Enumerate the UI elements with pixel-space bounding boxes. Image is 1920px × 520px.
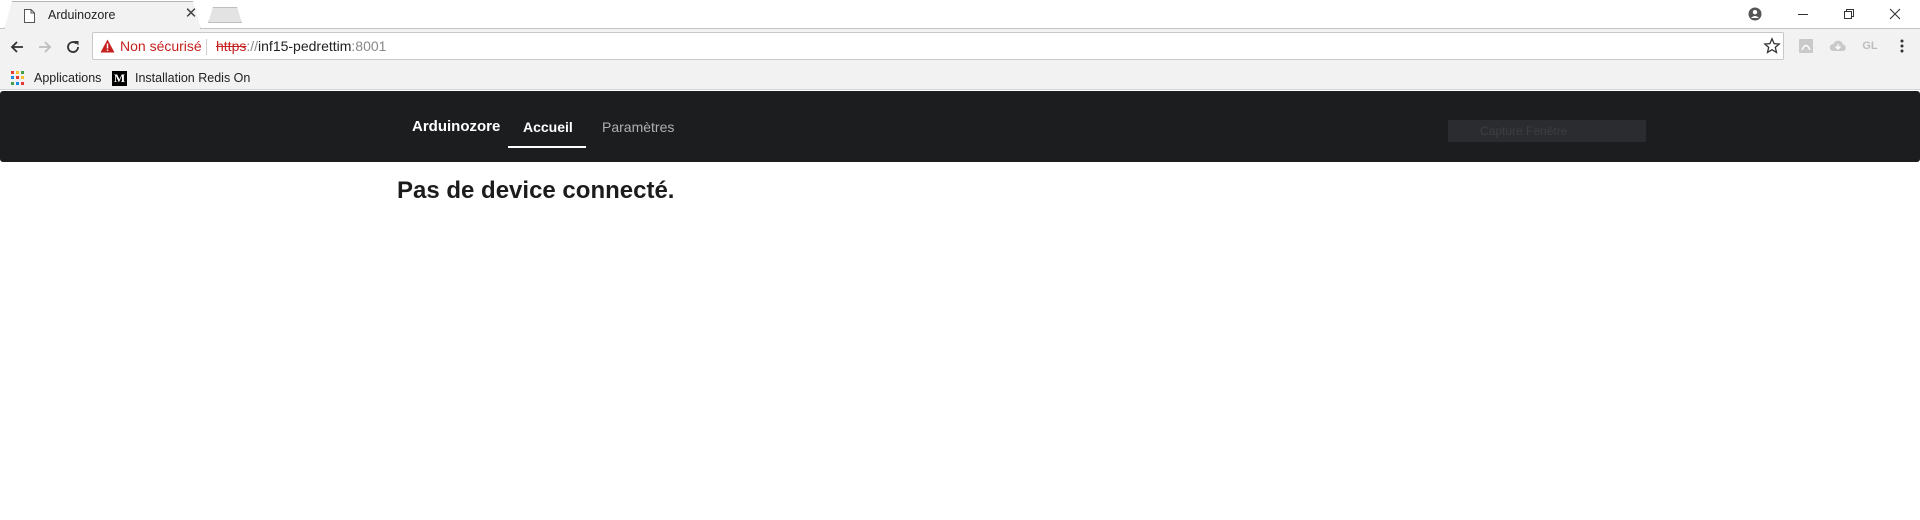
gl-extension-icon[interactable]: GL [1861, 37, 1879, 55]
adobe-icon[interactable] [1797, 37, 1815, 55]
close-window-icon[interactable] [1872, 0, 1918, 27]
bookmarks-bar: Applications M Installation Redis On [0, 67, 1920, 90]
security-status[interactable]: Non sécurisé [120, 38, 202, 54]
url-scheme: https [216, 38, 247, 54]
medium-logo-icon: M [112, 70, 127, 86]
active-tab-underline [508, 146, 586, 148]
tab-close-icon[interactable]: ✕ [184, 6, 198, 21]
cloud-icon[interactable] [1829, 37, 1847, 55]
site-navbar: Arduinozore Accueil Paramètres Capture F… [0, 91, 1920, 162]
bookmark-label: Applications [34, 71, 102, 85]
brand-link[interactable]: Arduinozore [412, 118, 500, 135]
back-icon[interactable] [5, 35, 29, 59]
new-tab-button[interactable] [208, 7, 242, 23]
url-text[interactable]: https://inf15-pedrettim:8001 [216, 38, 386, 54]
bookmark-redis[interactable]: M Installation Redis On [112, 69, 250, 87]
apps-grid-icon [11, 71, 25, 85]
url-host: inf15-pedrettim [258, 38, 352, 54]
bookmark-label: Installation Redis On [135, 71, 251, 85]
bookmark-applications[interactable]: Applications [11, 69, 101, 87]
menu-icon[interactable] [1893, 37, 1911, 55]
browser-toolbar: Non sécurisé https://inf15-pedrettim:800… [0, 29, 1920, 67]
capture-window-button[interactable]: Capture Fenêtre [1448, 120, 1646, 142]
tab-strip: Arduinozore ✕ [0, 0, 1920, 29]
document-icon [24, 9, 35, 23]
profile-icon[interactable] [1732, 0, 1778, 27]
tab-title: Arduinozore [48, 8, 116, 22]
divider [206, 39, 207, 55]
minimize-icon[interactable] [1780, 0, 1826, 27]
address-bar[interactable]: Non sécurisé https://inf15-pedrettim:800… [92, 32, 1784, 60]
page-heading: Pas de device connecté. [397, 177, 675, 204]
warning-icon [100, 39, 115, 53]
forward-icon[interactable] [33, 35, 57, 59]
nav-link-accueil[interactable]: Accueil [523, 119, 573, 135]
bookmark-star-icon[interactable] [1763, 37, 1781, 55]
url-port: :8001 [351, 38, 387, 54]
nav-link-parametres[interactable]: Paramètres [602, 119, 674, 135]
reload-icon[interactable] [61, 35, 85, 59]
url-separator: :// [246, 38, 259, 54]
restore-icon[interactable] [1826, 0, 1872, 27]
browser-tab-content: Arduinozore ✕ [4, 1, 201, 30]
